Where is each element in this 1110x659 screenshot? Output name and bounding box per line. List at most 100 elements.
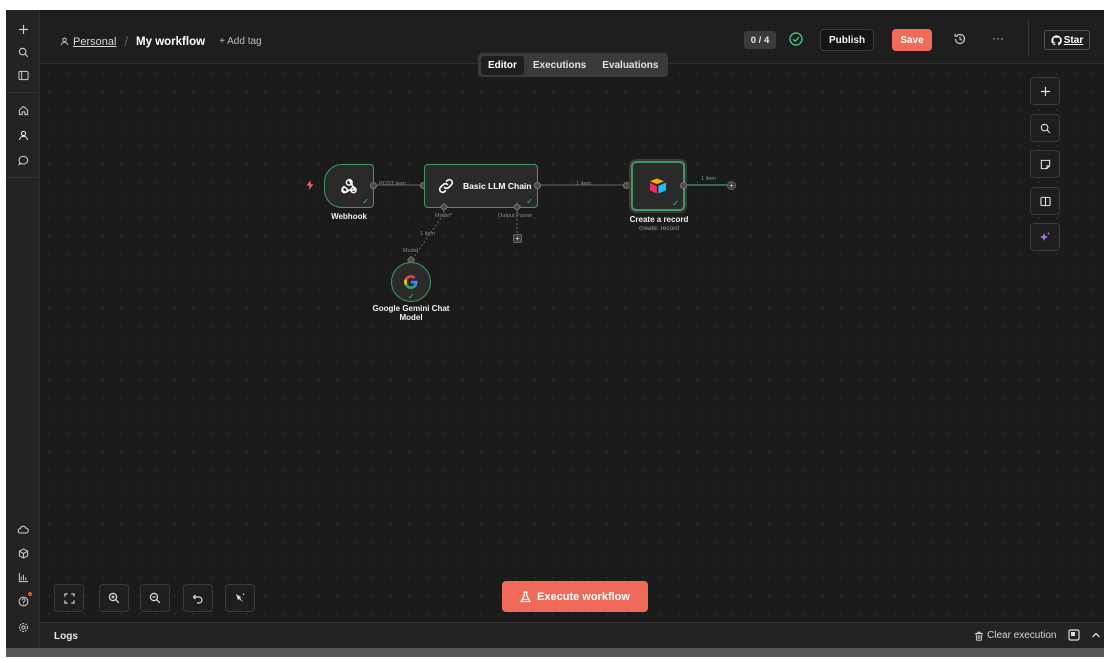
webhook-icon [341, 178, 357, 194]
workflow-canvas[interactable]: ✓ POST item Webhook Basic LLM Chain ✓ 1 … [40, 65, 1104, 621]
flask-icon [520, 590, 532, 602]
webhook-node[interactable]: ✓ [324, 164, 374, 208]
pop-out-logs-icon[interactable] [1068, 629, 1080, 641]
github-star-button[interactable]: Star [1044, 30, 1090, 50]
panel-icon [1039, 196, 1051, 206]
create-record-node[interactable]: ✓ [631, 161, 685, 211]
check-circle-icon [789, 32, 803, 46]
add-output-parser-button[interactable]: + [513, 234, 522, 243]
github-icon [1051, 34, 1062, 45]
search-icon [1040, 123, 1050, 133]
success-check-icon: ✓ [526, 197, 533, 206]
ai-assistant-button[interactable] [1030, 223, 1060, 251]
sticky-note-icon [1040, 159, 1050, 169]
broom-icon [236, 593, 245, 602]
tidy-up-button[interactable] [225, 584, 255, 612]
google-gemini-node[interactable]: ✓ [391, 262, 431, 302]
trash-icon [975, 631, 983, 641]
sticky-note-button[interactable] [1030, 150, 1060, 178]
window-bottom-strip [6, 648, 1104, 657]
app-window: Personal / My workflow + Add tag 0 / 4 P… [6, 10, 1104, 657]
clear-execution-label: Clear execution [987, 630, 1057, 641]
llm-output-label: 1 item [576, 181, 591, 187]
logs-title: Logs [54, 631, 78, 642]
chevron-up-icon[interactable] [1090, 629, 1102, 641]
view-tabs: Editor Executions Evaluations [478, 53, 669, 77]
more-options-icon[interactable]: ··· [990, 31, 1006, 47]
gemini-input-label: Model [403, 248, 418, 254]
step-counter: 0 / 4 [744, 31, 776, 49]
record-input-port[interactable] [623, 182, 630, 189]
zoom-in-icon [108, 592, 120, 604]
add-node-button[interactable] [1030, 77, 1060, 105]
create-record-subtitle: create: record [638, 225, 680, 232]
breadcrumb: Personal / My workflow + Add tag [60, 34, 262, 49]
add-tag-button[interactable]: + Add tag [219, 36, 262, 47]
fit-view-button[interactable] [54, 584, 84, 612]
basic-llm-chain-node[interactable]: Basic LLM Chain ✓ [424, 164, 538, 208]
zoom-out-button[interactable] [140, 584, 170, 612]
plus-icon[interactable] [11, 18, 35, 40]
gemini-node-label: Google Gemini Chat Model [361, 304, 461, 322]
fit-view-icon [63, 592, 75, 604]
output-parser-label: Output Parser [498, 213, 533, 219]
chat-icon[interactable] [11, 149, 35, 171]
history-icon[interactable] [952, 31, 968, 47]
user-icon [60, 37, 69, 46]
home-icon[interactable] [11, 99, 35, 121]
execute-workflow-button[interactable]: Execute workflow [502, 581, 648, 612]
llm-node-title: Basic LLM Chain [463, 181, 532, 191]
project-link[interactable]: Personal [60, 36, 116, 48]
rail-divider [6, 177, 40, 178]
success-check-icon: ✓ [362, 197, 369, 206]
user-icon[interactable] [11, 124, 35, 146]
tab-executions[interactable]: Executions [526, 56, 593, 75]
undo-button[interactable] [183, 584, 213, 612]
undo-icon [192, 594, 203, 604]
tab-evaluations[interactable]: Evaluations [595, 56, 665, 75]
zoom-in-button[interactable] [99, 584, 129, 612]
webhook-output-label: POST item [379, 181, 406, 187]
project-name: Personal [73, 35, 117, 48]
gemini-label-line2: Model [399, 313, 423, 322]
insights-icon[interactable] [11, 566, 35, 588]
workflow-name[interactable]: My workflow [136, 36, 205, 48]
notification-dot [28, 592, 32, 596]
model-port-label: Model* [435, 213, 453, 219]
sidebar-toggle-icon[interactable] [11, 64, 35, 86]
clear-execution-button[interactable]: Clear execution [974, 630, 1056, 641]
templates-icon[interactable] [11, 542, 35, 564]
zoom-out-icon [149, 592, 161, 604]
webhook-output-port[interactable] [370, 182, 377, 189]
breadcrumb-separator: / [124, 34, 129, 49]
toggle-panel-button[interactable] [1030, 187, 1060, 215]
search-nodes-button[interactable] [1030, 114, 1060, 142]
help-icon[interactable] [11, 590, 35, 612]
create-record-label: Create a record [629, 215, 689, 224]
gemini-label-line1: Google Gemini Chat [372, 304, 450, 313]
llm-output-port[interactable] [534, 182, 541, 189]
search-icon[interactable] [11, 41, 35, 63]
save-button[interactable]: Save [892, 29, 932, 51]
execute-workflow-label: Execute workflow [537, 590, 630, 603]
google-icon [404, 275, 418, 290]
success-check-icon: ✓ [408, 292, 415, 301]
rail-divider [6, 92, 40, 93]
plus-icon [1040, 86, 1050, 96]
cloud-icon[interactable] [11, 518, 35, 540]
logs-panel-bar[interactable]: Logs Clear execution [40, 622, 1104, 648]
publish-button[interactable]: Publish [820, 29, 874, 51]
add-next-node-button[interactable]: + [727, 181, 736, 190]
tab-editor[interactable]: Editor [481, 55, 524, 75]
airtable-icon [650, 178, 666, 194]
connections-layer [376, 184, 727, 262]
record-output-port[interactable] [680, 182, 687, 189]
star-label: Star [1063, 34, 1084, 46]
webhook-node-label: Webhook [331, 212, 367, 221]
link-icon [438, 178, 454, 194]
gemini-link-label: 1 item [420, 231, 435, 237]
left-rail [6, 10, 40, 657]
settings-icon[interactable] [11, 616, 35, 638]
success-check-icon: ✓ [672, 199, 679, 208]
ai-sparkle-icon [1040, 232, 1050, 241]
